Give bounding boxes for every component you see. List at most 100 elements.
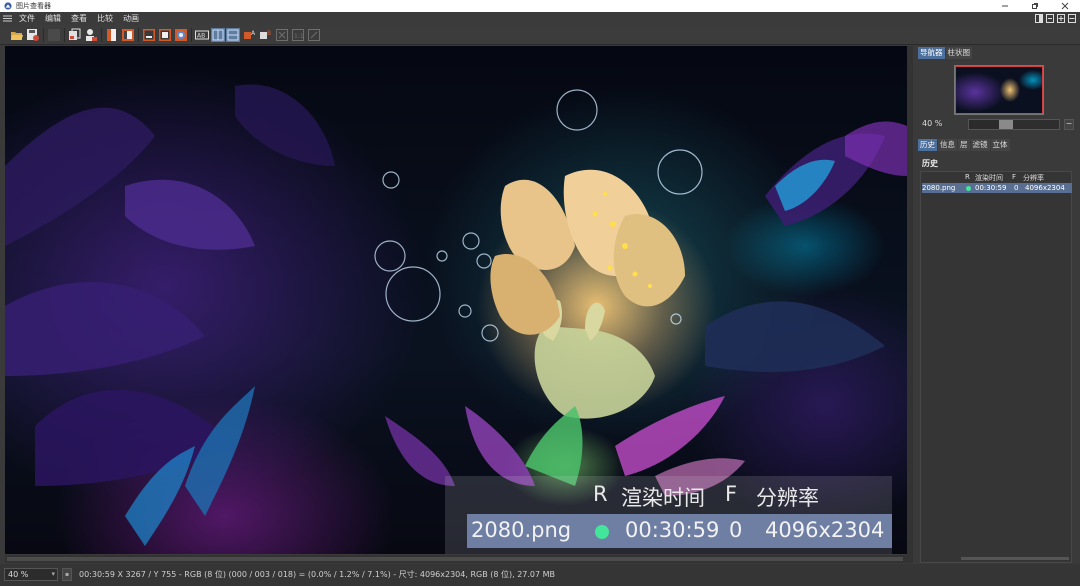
history-resolution: 4096x2304 — [1025, 184, 1065, 192]
menu-view[interactable]: 查看 — [66, 12, 92, 25]
zoom-select-value: 40 % — [8, 570, 29, 579]
status-zoom-button[interactable]: ▪ — [62, 568, 72, 581]
history-horizontal-scrollbar[interactable] — [961, 557, 1069, 560]
swap-b-button[interactable]: B — [259, 28, 273, 42]
zoom-slider-fill — [969, 120, 999, 129]
copy-icon — [69, 28, 81, 40]
open-file-button[interactable] — [10, 28, 24, 42]
zoom-select[interactable]: 40 % ▾ — [4, 568, 58, 581]
zoom-out-button[interactable]: − — [1064, 119, 1074, 130]
navigator-thumbnail[interactable] — [954, 65, 1044, 115]
right-panel: 导航器 柱状图 40 % − 历史 信息 层 滤镜 立体 历史 R 渲染时间 F… — [916, 46, 1080, 564]
swap-a-icon: A — [244, 30, 256, 39]
swap-a-button[interactable]: A — [243, 28, 257, 42]
zoom-region-icon — [308, 29, 320, 41]
panel-toggle-icon — [1046, 13, 1054, 23]
compare-b-button[interactable] — [158, 28, 172, 42]
overlay-resolution: 4096x2304 — [765, 518, 885, 542]
save-file-button[interactable] — [26, 28, 40, 42]
fit-button[interactable] — [275, 28, 289, 42]
restore-icon — [1032, 3, 1038, 9]
tab-history[interactable]: 历史 — [918, 139, 937, 151]
menu-file[interactable]: 文件 — [14, 12, 40, 25]
collapse-icon — [1068, 13, 1076, 23]
fit-icon — [276, 29, 288, 41]
split-horizontal-button[interactable] — [226, 28, 240, 42]
title-bar: 图片查看器 — [0, 0, 1080, 12]
image-vertical-scrollbar[interactable] — [907, 46, 913, 555]
svg-text:B: B — [267, 30, 271, 37]
tab-navigator[interactable]: 导航器 — [918, 47, 945, 59]
split-vertical-button[interactable] — [211, 28, 225, 42]
frame-a-icon — [143, 29, 155, 41]
svg-text:AB: AB — [197, 33, 205, 40]
minimize-icon — [1002, 5, 1008, 7]
overlay-header-f: F — [725, 482, 738, 506]
tab-histogram[interactable]: 柱状图 — [945, 47, 972, 59]
menu-edit[interactable]: 编辑 — [40, 12, 66, 25]
actual-size-icon: 1:1 — [292, 29, 304, 41]
close-button[interactable] — [1050, 0, 1080, 12]
color-wheel-icon — [175, 29, 187, 41]
menu-animation[interactable]: 动画 — [118, 12, 144, 25]
overlay-render-time: 00:30:59 — [625, 518, 720, 542]
document-icon — [107, 29, 116, 41]
history-table: R 渲染时间 F 分辨率 2080.png 00:30:59 0 4096x23… — [920, 171, 1072, 563]
image-viewport[interactable]: R 渲染时间 F 分辨率 2080.png 00:30:59 0 4096x23… — [5, 46, 907, 554]
panel-toggle-button[interactable] — [1046, 13, 1054, 23]
actual-size-button[interactable]: 1:1 — [291, 28, 305, 42]
hamburger-icon — [2, 15, 12, 22]
layers-button[interactable] — [121, 28, 135, 42]
swap-b-icon: B — [260, 30, 271, 39]
window-title: 图片查看器 — [16, 2, 51, 10]
color-picker-button[interactable] — [174, 28, 188, 42]
menu-compare[interactable]: 比较 — [92, 12, 118, 25]
zoom-region-button[interactable] — [307, 28, 321, 42]
panel-layout-icon — [1035, 13, 1043, 23]
history-file-name: 2080.png — [922, 184, 956, 192]
status-bar: 40 % ▾ ▪ 00:30:59 X 3267 / Y 755 - RGB (… — [0, 564, 1080, 586]
empty-square-icon — [48, 29, 60, 41]
ab-compare-button[interactable]: AB — [195, 28, 209, 42]
folder-open-icon — [11, 32, 23, 40]
history-header-render-time: 渲染时间 — [975, 174, 1003, 182]
collapse-button[interactable] — [1068, 13, 1076, 23]
horizontal-scroll-thumb[interactable] — [7, 557, 903, 561]
overlay-f-value: 0 — [729, 518, 743, 542]
save-icon — [27, 29, 39, 41]
compare-a-button[interactable] — [142, 28, 156, 42]
overlay-header-resolution: 分辨率 — [756, 486, 819, 510]
history-section-title: 历史 — [922, 159, 938, 168]
hamburger-menu-button[interactable] — [0, 12, 14, 25]
navigator-view-frame[interactable] — [955, 66, 1043, 114]
minimize-button[interactable] — [990, 0, 1020, 12]
expand-icon — [1057, 13, 1065, 23]
history-row[interactable]: 2080.png 00:30:59 0 4096x2304 — [922, 183, 1072, 193]
history-f-value: 0 — [1014, 184, 1019, 192]
zoom-slider-thumb[interactable] — [999, 120, 1013, 129]
tab-stereo[interactable]: 立体 — [990, 139, 1010, 151]
app-icon — [4, 2, 12, 10]
frame-b-icon — [159, 29, 171, 41]
history-header-f: F — [1012, 173, 1017, 181]
pixel-info-text: 00:30:59 X 3267 / Y 755 - RGB (8 位) (000… — [79, 570, 556, 579]
zoom-slider[interactable] — [968, 119, 1060, 130]
restore-button[interactable] — [1020, 0, 1050, 12]
ab-icon: AB — [195, 30, 209, 40]
tab-info[interactable]: 信息 — [938, 139, 957, 151]
expand-button[interactable] — [1057, 13, 1065, 23]
document-button[interactable] — [105, 28, 119, 42]
copy-image-button[interactable] — [68, 28, 82, 42]
split-horizontal-icon — [227, 29, 239, 41]
split-vertical-icon — [212, 29, 224, 41]
image-horizontal-scrollbar[interactable] — [5, 555, 913, 563]
overlay-row: 2080.png 00:30:59 0 4096x2304 — [467, 514, 892, 548]
blank-tool-button[interactable] — [47, 28, 61, 42]
tab-layers[interactable]: 层 — [958, 139, 970, 151]
export-button[interactable] — [84, 28, 98, 42]
panel-layout-button[interactable] — [1035, 13, 1043, 23]
tab-filters[interactable]: 滤镜 — [970, 139, 990, 151]
layers-icon — [122, 29, 134, 41]
chevron-down-icon: ▾ — [51, 570, 55, 578]
image-info-overlay: R 渲染时间 F 分辨率 2080.png 00:30:59 0 4096x23… — [445, 476, 892, 554]
